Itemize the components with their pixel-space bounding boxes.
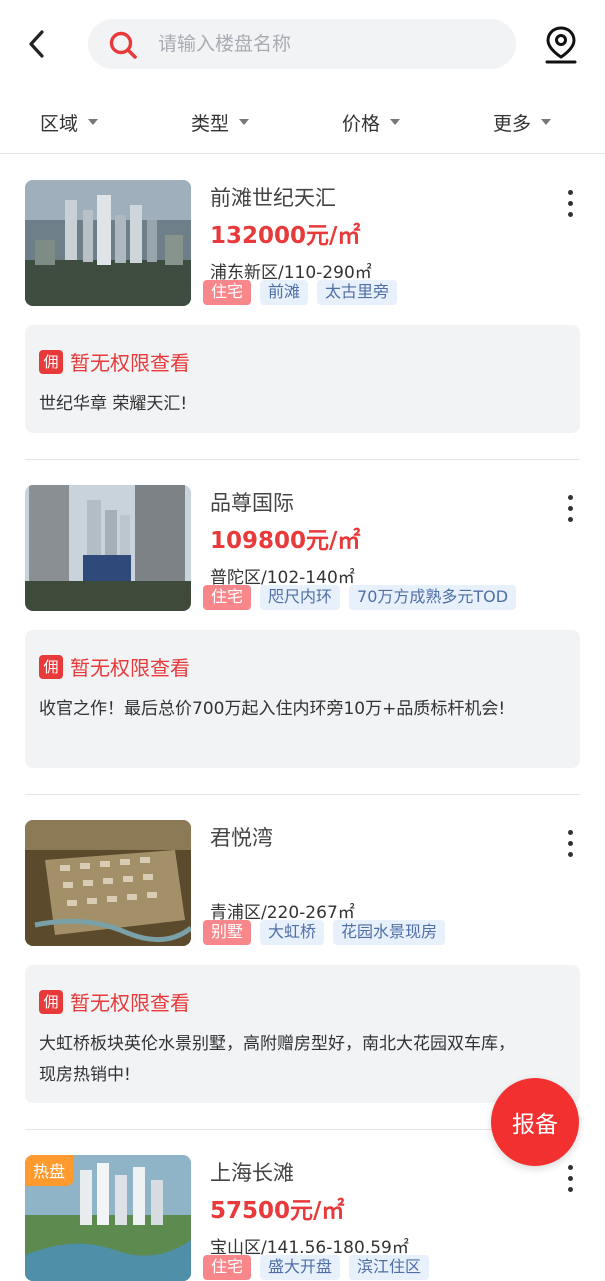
property-description: 大虹桥板块英伦水景别墅，高附赠房型好，南北大花园双车库，现房热销中!: [39, 1034, 515, 1085]
filter-label: 价格: [342, 112, 381, 135]
commission-status: 暂无权限查看: [70, 656, 190, 680]
property-price: 109800元/㎡: [210, 528, 361, 554]
caret-down-icon: [390, 119, 401, 125]
feature-tag: 咫尺内环: [260, 585, 341, 610]
search-input[interactable]: [158, 19, 498, 69]
caret-down-icon: [541, 119, 552, 125]
more-options-button[interactable]: [562, 495, 578, 531]
caret-down-icon: [88, 119, 99, 125]
more-options-button[interactable]: [562, 1165, 578, 1201]
commission-status: 暂无权限查看: [70, 351, 190, 375]
tag-list: 住宅 咫尺内环 70万方成熟多元TOD: [203, 585, 517, 610]
feature-tag: 滨江住区: [349, 1255, 430, 1280]
property-name: 君悦湾: [210, 826, 273, 850]
map-pin-icon: [545, 26, 577, 64]
filter-type[interactable]: 类型: [191, 90, 250, 154]
filter-label: 更多: [493, 112, 532, 135]
filter-price[interactable]: 价格: [342, 90, 401, 154]
feature-tag: 70万方成熟多元TOD: [349, 585, 517, 610]
more-options-button[interactable]: [562, 830, 578, 866]
type-tag: 住宅: [203, 1255, 252, 1280]
filter-more[interactable]: 更多: [493, 90, 552, 154]
feature-tag: 前滩: [260, 280, 309, 305]
property-description: 世纪华章 荣耀天汇!: [39, 394, 188, 414]
more-dots-icon: [567, 495, 573, 500]
tag-list: 别墅 大虹桥 花园水景现房: [203, 920, 446, 945]
divider: [25, 459, 580, 460]
search-icon: [109, 31, 137, 59]
property-name: 前滩世纪天汇: [210, 186, 336, 210]
type-tag: 别墅: [203, 920, 252, 945]
info-panel: 佣 暂无权限查看 收官之作！最后总价700万起入住内环旁10万+品质标杆机会!: [25, 630, 580, 768]
commission-status: 暂无权限查看: [70, 991, 190, 1015]
filter-bar: 区域 类型 价格 更多: [0, 90, 605, 154]
search-box[interactable]: [88, 19, 516, 69]
tag-list: 住宅 前滩 太古里旁: [203, 280, 398, 305]
more-options-button[interactable]: [562, 190, 578, 226]
property-name: 上海长滩: [210, 1161, 294, 1185]
type-tag: 住宅: [203, 585, 252, 610]
tag-list: 住宅 盛大开盘 滨江住区: [203, 1255, 430, 1280]
property-name: 品尊国际: [210, 491, 294, 515]
more-dots-icon: [567, 190, 573, 195]
feature-tag: 花园水景现房: [333, 920, 446, 945]
commission-badge: 佣: [39, 654, 63, 679]
property-image: [25, 820, 191, 946]
type-tag: 住宅: [203, 280, 252, 305]
divider: [25, 794, 580, 795]
property-description: 收官之作！最后总价700万起入住内环旁10万+品质标杆机会!: [39, 699, 506, 719]
hot-badge: 热盘: [25, 1155, 75, 1186]
property-price: 57500元/㎡: [210, 1198, 345, 1224]
commission-badge: 佣: [39, 349, 63, 374]
commission-badge: 佣: [39, 989, 63, 1014]
filter-label: 区域: [40, 112, 79, 135]
map-location-button[interactable]: [541, 24, 581, 66]
property-image: 热盘: [25, 1155, 191, 1281]
property-image: [25, 485, 191, 611]
more-dots-icon: [567, 1165, 573, 1170]
top-bar: [0, 0, 605, 90]
property-image: [25, 180, 191, 306]
property-price: 132000元/㎡: [210, 223, 361, 249]
back-button[interactable]: [22, 26, 52, 62]
caret-down-icon: [239, 119, 250, 125]
feature-tag: 大虹桥: [260, 920, 325, 945]
report-button[interactable]: 报备: [491, 1078, 579, 1166]
more-dots-icon: [567, 830, 573, 835]
filter-label: 类型: [191, 112, 230, 135]
info-panel: 佣 暂无权限查看 世纪华章 荣耀天汇!: [25, 325, 580, 433]
feature-tag: 太古里旁: [317, 280, 398, 305]
chevron-left-icon: [29, 30, 44, 58]
filter-region[interactable]: 区域: [40, 90, 99, 154]
feature-tag: 盛大开盘: [260, 1255, 341, 1280]
info-panel: 佣 暂无权限查看 大虹桥板块英伦水景别墅，高附赠房型好，南北大花园双车库，现房热…: [25, 965, 580, 1103]
